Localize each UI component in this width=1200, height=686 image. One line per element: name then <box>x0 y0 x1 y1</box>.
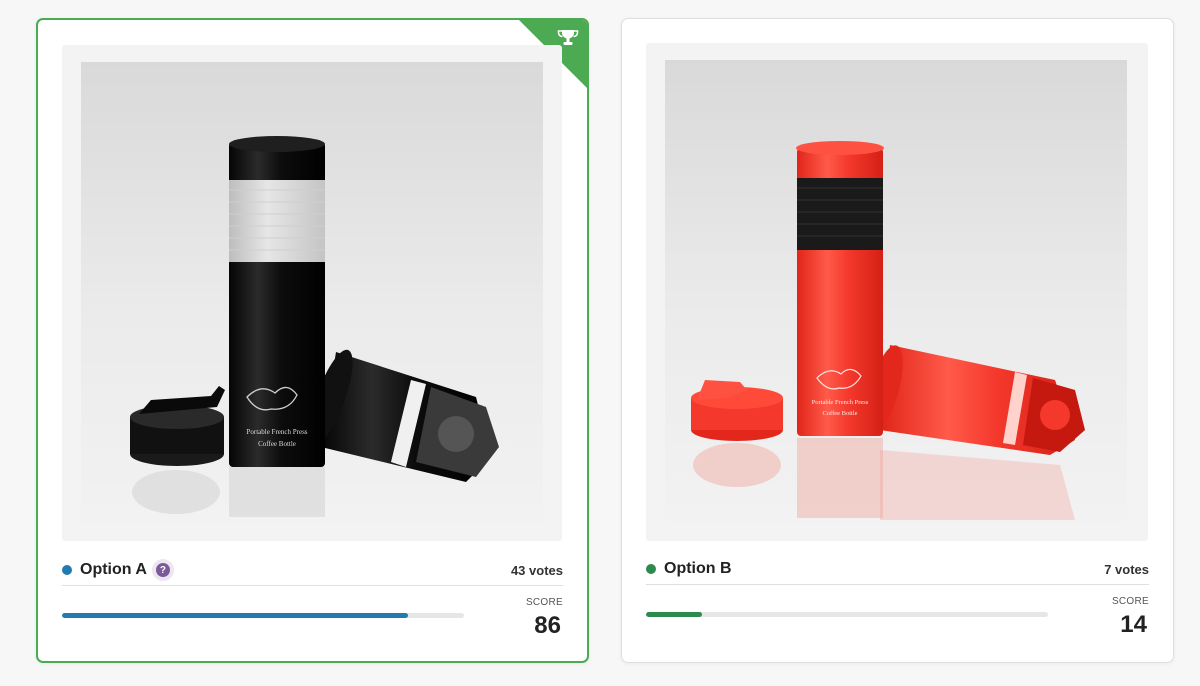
option-card-b[interactable]: Portable French Press Coffee Bottle Opti… <box>621 18 1174 663</box>
vote-count: 43 votes <box>510 562 563 578</box>
score-progress-fill <box>646 612 703 617</box>
score-progress-bar <box>646 612 1048 617</box>
bottle-print-line-1: Portable French Press <box>246 428 307 436</box>
divider <box>646 584 1149 585</box>
score-label: SCORE <box>525 597 563 608</box>
score-progress-bar <box>62 613 464 618</box>
option-color-dot <box>646 564 656 574</box>
score-value: 86 <box>534 612 561 639</box>
option-header: Option A ? 43 votes <box>62 555 563 585</box>
score-value: 14 <box>1120 611 1147 638</box>
option-color-dot <box>62 565 72 575</box>
vote-count: 7 votes <box>1104 561 1149 577</box>
option-header: Option B 7 votes <box>646 554 1149 584</box>
product-photo-b[interactable]: Portable French Press Coffee Bottle <box>665 60 1127 522</box>
bottle-print-line-2: Coffee Bottle <box>258 440 296 448</box>
question-icon: ? <box>155 563 170 577</box>
divider <box>62 585 563 586</box>
option-name: Option A <box>80 561 147 578</box>
option-card-a[interactable]: Portable French Press Coffee Bottle Opti… <box>36 18 589 663</box>
product-photo-frame: Portable French Press Coffee Bottle <box>646 43 1148 541</box>
help-button[interactable]: ? <box>151 559 174 581</box>
bottle-print-line-2: Coffee Bottle <box>822 410 857 417</box>
score-progress-fill <box>62 613 408 618</box>
score-label: SCORE <box>1111 596 1149 607</box>
product-photo-frame: Portable French Press Coffee Bottle <box>62 45 562 541</box>
bottle-print-line-1: Portable French Press <box>812 399 869 406</box>
product-photo-a[interactable]: Portable French Press Coffee Bottle <box>81 62 543 524</box>
option-name: Option B <box>664 560 732 577</box>
